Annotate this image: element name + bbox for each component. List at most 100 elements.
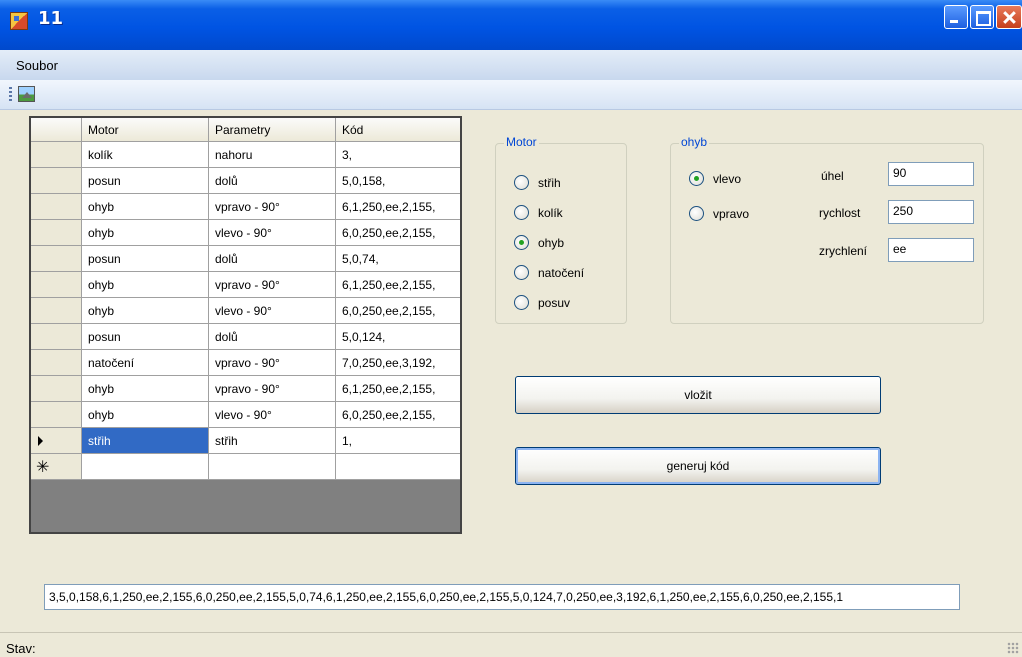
row-header[interactable] [31,142,82,168]
table-row[interactable]: ohyb vpravo - 90° 6,1,250,ee,2,155, [31,272,460,298]
cell-motor[interactable]: střih [82,428,209,454]
close-button[interactable] [996,5,1022,29]
cell-parametry[interactable]: vpravo - 90° [209,376,336,402]
row-header[interactable] [31,220,82,246]
cell-motor[interactable]: kolík [82,142,209,168]
table-row[interactable]: kolík nahoru 3, [31,142,460,168]
cell-motor[interactable]: ohyb [82,298,209,324]
zrychleni-input[interactable]: ee [888,238,974,262]
radio-button[interactable] [689,206,704,221]
cell-parametry[interactable]: vpravo - 90° [209,194,336,220]
radio-label[interactable]: střih [538,176,561,190]
row-header[interactable] [31,272,82,298]
cell-kod[interactable]: 6,0,250,ee,2,155, [336,298,460,324]
cell-parametry[interactable]: nahoru [209,142,336,168]
menu-item-soubor[interactable]: Soubor [16,58,58,73]
cell-motor[interactable]: ohyb [82,272,209,298]
uhel-input[interactable]: 90 [888,162,974,186]
generated-code-output[interactable]: 3,5,0,158,6,1,250,ee,2,155,6,0,250,ee,2,… [44,584,960,610]
cell-kod[interactable]: 5,0,74, [336,246,460,272]
minimize-button[interactable] [944,5,968,29]
data-grid[interactable]: Motor Parametry Kód kolík nahoru 3, posu… [29,116,462,534]
image-toolbar-button[interactable] [17,85,37,104]
cell-motor[interactable]: posun [82,246,209,272]
radio-button[interactable] [514,295,529,310]
cell-motor[interactable]: natočení [82,350,209,376]
cell-parametry[interactable]: vlevo - 90° [209,402,336,428]
cell-motor[interactable]: posun [82,168,209,194]
radio-button[interactable] [689,171,704,186]
cell-parametry[interactable]: vpravo - 90° [209,350,336,376]
cell-motor[interactable]: ohyb [82,220,209,246]
cell-kod[interactable]: 7,0,250,ee,3,192, [336,350,460,376]
cell-parametry[interactable]: dolů [209,246,336,272]
rychlost-input[interactable]: 250 [888,200,974,224]
table-row[interactable]: posun dolů 5,0,124, [31,324,460,350]
row-header[interactable] [31,402,82,428]
cell-motor[interactable]: ohyb [82,194,209,220]
column-header-parametry[interactable]: Parametry [209,118,336,142]
table-row[interactable]: posun dolů 5,0,74, [31,246,460,272]
table-row[interactable]: ohyb vpravo - 90° 6,1,250,ee,2,155, [31,376,460,402]
cell-parametry[interactable]: dolů [209,324,336,350]
vlozit-button[interactable]: vložit [515,376,881,414]
row-header[interactable] [31,168,82,194]
cell-kod[interactable]: 1, [336,428,460,454]
radio-button[interactable] [514,265,529,280]
radio-label[interactable]: posuv [538,296,570,310]
column-header-motor[interactable]: Motor [82,118,209,142]
cell-parametry[interactable]: vpravo - 90° [209,272,336,298]
resize-grip[interactable] [1007,642,1019,654]
table-row[interactable]: ohyb vpravo - 90° 6,1,250,ee,2,155, [31,194,460,220]
toolbar-grip[interactable] [9,87,12,103]
table-row-new[interactable]: ✳ [31,454,460,480]
table-row[interactable]: posun dolů 5,0,158, [31,168,460,194]
cell-kod[interactable]: 3, [336,142,460,168]
cell-kod[interactable]: 6,1,250,ee,2,155, [336,272,460,298]
row-header[interactable] [31,428,82,454]
radio-label[interactable]: natočení [538,266,584,280]
cell-kod[interactable]: 5,0,158, [336,168,460,194]
cell-motor[interactable]: posun [82,324,209,350]
cell-parametry[interactable] [209,454,336,480]
radio-label[interactable]: ohyb [538,236,564,250]
cell-motor[interactable] [82,454,209,480]
cell-kod[interactable] [336,454,460,480]
maximize-button[interactable] [970,5,994,29]
column-header-kod[interactable]: Kód [336,118,460,142]
cell-kod[interactable]: 6,0,250,ee,2,155, [336,402,460,428]
row-header[interactable]: ✳ [31,454,82,480]
cell-kod[interactable]: 6,0,250,ee,2,155, [336,220,460,246]
row-header[interactable] [31,376,82,402]
cell-kod[interactable]: 6,1,250,ee,2,155, [336,194,460,220]
cell-parametry[interactable]: vlevo - 90° [209,220,336,246]
cell-parametry[interactable]: střih [209,428,336,454]
radio-label[interactable]: vpravo [713,207,749,221]
row-header[interactable] [31,246,82,272]
cell-kod[interactable]: 5,0,124, [336,324,460,350]
rychlost-label: rychlost [819,206,861,220]
generuj-kod-button[interactable]: generuj kód [515,447,881,485]
row-header[interactable] [31,298,82,324]
row-header[interactable] [31,194,82,220]
cell-parametry[interactable]: vlevo - 90° [209,298,336,324]
row-header[interactable] [31,350,82,376]
cell-parametry[interactable]: dolů [209,168,336,194]
radio-label[interactable]: kolík [538,206,563,220]
cell-motor[interactable]: ohyb [82,376,209,402]
cell-kod[interactable]: 6,1,250,ee,2,155, [336,376,460,402]
radio-label[interactable]: vlevo [713,172,741,186]
cell-motor[interactable]: ohyb [82,402,209,428]
grid-corner-header[interactable] [31,118,82,142]
radio-button[interactable] [514,205,529,220]
table-row[interactable]: ohyb vlevo - 90° 6,0,250,ee,2,155, [31,220,460,246]
table-row[interactable]: natočení vpravo - 90° 7,0,250,ee,3,192, [31,350,460,376]
row-header[interactable] [31,324,82,350]
radio-button[interactable] [514,235,529,250]
app-icon[interactable] [10,12,28,30]
radio-button[interactable] [514,175,529,190]
table-row[interactable]: ohyb vlevo - 90° 6,0,250,ee,2,155, [31,298,460,324]
table-row[interactable]: ohyb vlevo - 90° 6,0,250,ee,2,155, [31,402,460,428]
title-bar[interactable]: 11 [0,0,1022,50]
table-row-current[interactable]: střih střih 1, [31,428,460,454]
